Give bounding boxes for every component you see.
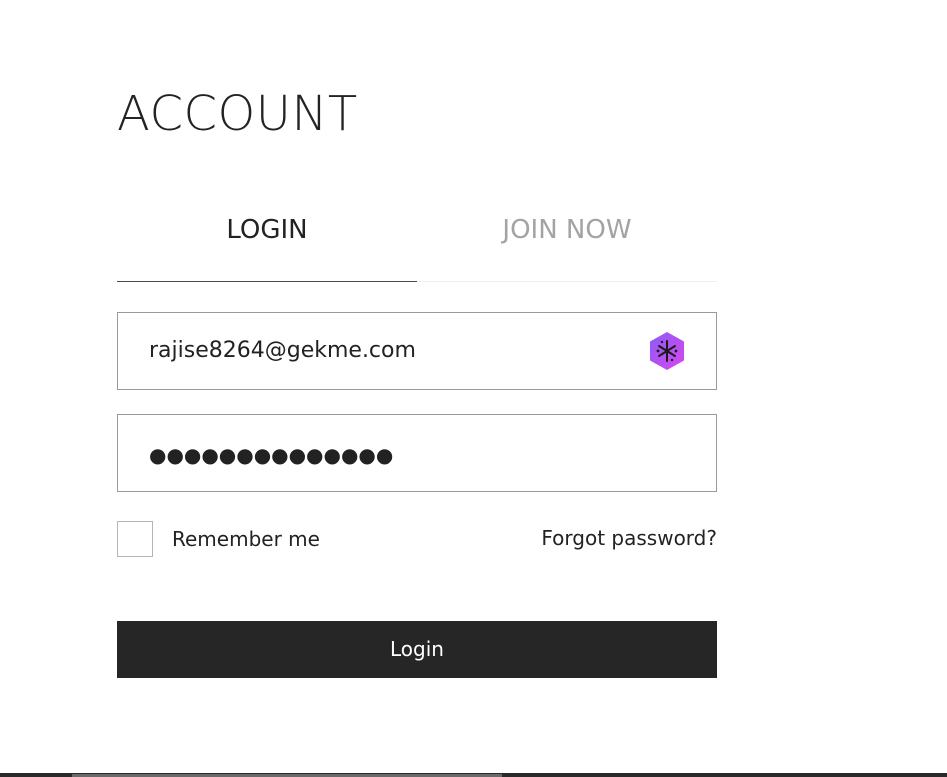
- bottom-edge-bar: [0, 773, 947, 777]
- account-page: ACCOUNT LOGIN JOIN NOW rajise8264@gekme.…: [0, 0, 947, 777]
- remember-me-checkbox[interactable]: [117, 521, 153, 557]
- auth-tabs: LOGIN JOIN NOW: [117, 204, 717, 282]
- email-value: rajise8264@gekme.com: [149, 338, 416, 363]
- forgot-password-link[interactable]: Forgot password?: [541, 526, 717, 550]
- password-value: ●●●●●●●●●●●●●●: [149, 443, 394, 467]
- password-manager-icon[interactable]: [647, 331, 687, 371]
- password-field[interactable]: ●●●●●●●●●●●●●●: [117, 414, 717, 492]
- login-button[interactable]: Login: [117, 621, 717, 678]
- remember-me-label[interactable]: Remember me: [172, 527, 320, 551]
- tab-join-now[interactable]: JOIN NOW: [417, 204, 717, 282]
- email-field[interactable]: rajise8264@gekme.com: [117, 312, 717, 390]
- page-title: ACCOUNT: [117, 86, 358, 142]
- tab-login[interactable]: LOGIN: [117, 204, 417, 282]
